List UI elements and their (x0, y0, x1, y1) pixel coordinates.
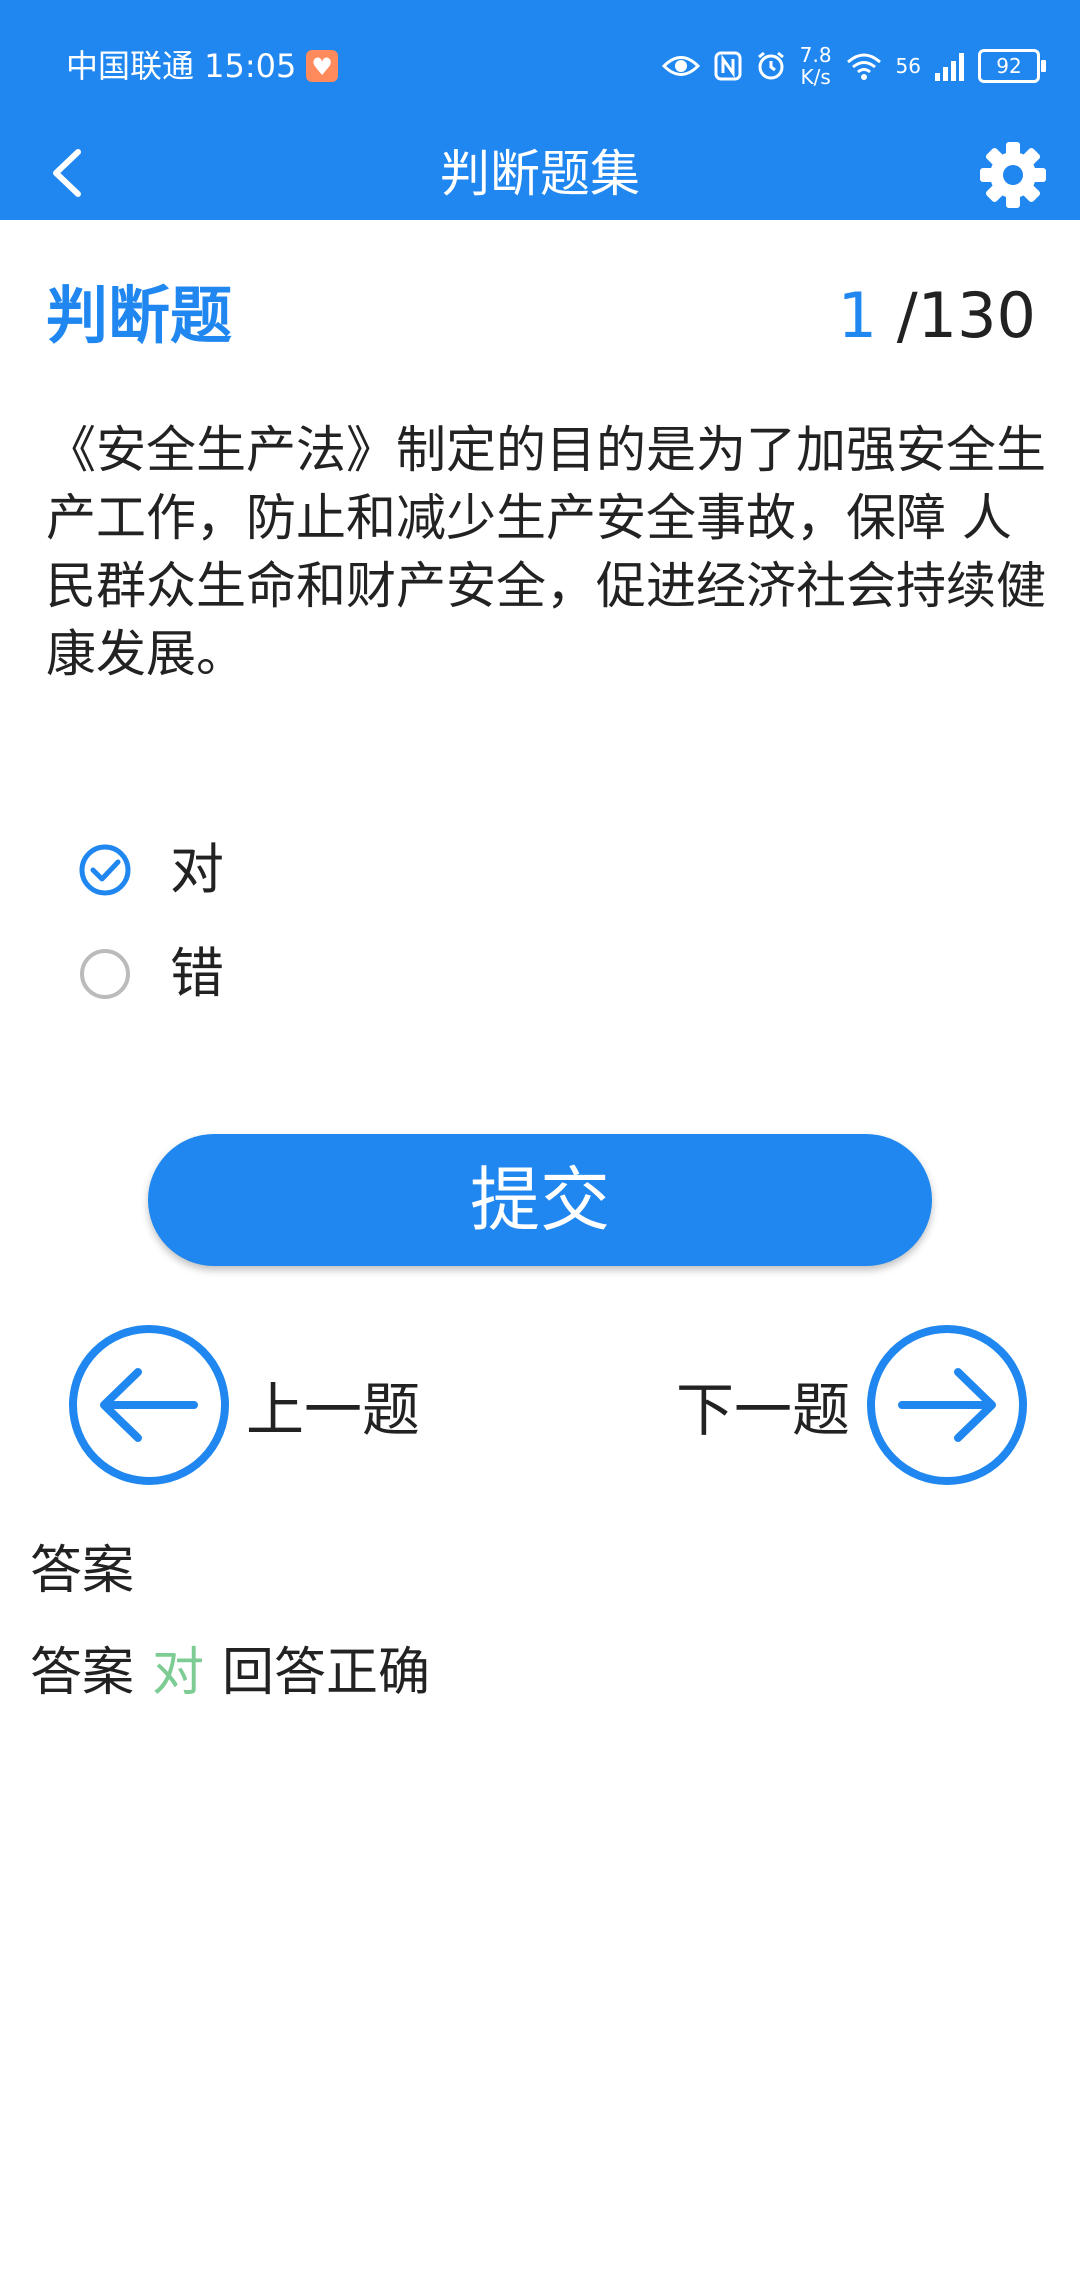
settings-gear-icon[interactable] (976, 138, 1050, 212)
page-title: 判断题集 (440, 145, 640, 203)
option-label: 错 (170, 942, 224, 1005)
answer-result: 答案对回答正确 (30, 1642, 430, 1704)
radio-checked-icon[interactable] (78, 843, 132, 897)
total-questions: /130 (896, 279, 1036, 352)
battery-level: 92 (996, 54, 1022, 78)
radio-unchecked-icon[interactable] (78, 947, 132, 1001)
network-speed: 7.8 K/s (799, 43, 832, 89)
next-question-button[interactable]: 下一题 (676, 1322, 1030, 1488)
option-true[interactable]: 对 (78, 840, 224, 900)
notification-heart-icon (306, 47, 339, 87)
arrow-left-circle-icon[interactable] (66, 1322, 232, 1488)
previous-question-label[interactable]: 上一题 (246, 1363, 420, 1447)
question-text: 《安全生产法》制定的目的是为了加强安全生产工作，防止和减少生产安全事故，保障 人… (46, 421, 1046, 683)
arrow-right-circle-icon[interactable] (864, 1322, 1030, 1488)
question-type-label: 判断题 (46, 279, 233, 352)
answer-result-text: 回答正确 (222, 1643, 431, 1703)
option-label: 对 (170, 838, 224, 901)
answer-heading: 答案 (30, 1541, 135, 1601)
option-false[interactable]: 错 (78, 944, 224, 1004)
carrier-time: 中国联通 15:05 (66, 47, 297, 85)
network-type: 56 (895, 54, 921, 78)
current-question-number: 1 (837, 279, 878, 352)
next-question-label[interactable]: 下一题 (676, 1363, 850, 1447)
app-bar: 判断题集 (0, 128, 1080, 220)
status-right: 7.8 K/s 56 92 (661, 40, 1046, 92)
status-left: 中国联通 15:05 (66, 46, 339, 87)
alarm-icon (757, 51, 784, 80)
eye-icon (661, 56, 700, 76)
answer-value: 对 (152, 1643, 205, 1703)
question-counter: 1 /130 (838, 280, 1036, 352)
signal-icon (935, 51, 964, 81)
submit-button[interactable]: 提交 (148, 1134, 932, 1266)
nfc-icon (714, 51, 742, 81)
status-bar: 中国联通 15:05 7.8 K/s 56 (0, 0, 1080, 128)
previous-question-button[interactable]: 上一题 (66, 1322, 420, 1488)
battery-icon: 92 (978, 49, 1046, 83)
answer-prefix: 答案 (30, 1643, 135, 1703)
wifi-icon (846, 53, 881, 80)
